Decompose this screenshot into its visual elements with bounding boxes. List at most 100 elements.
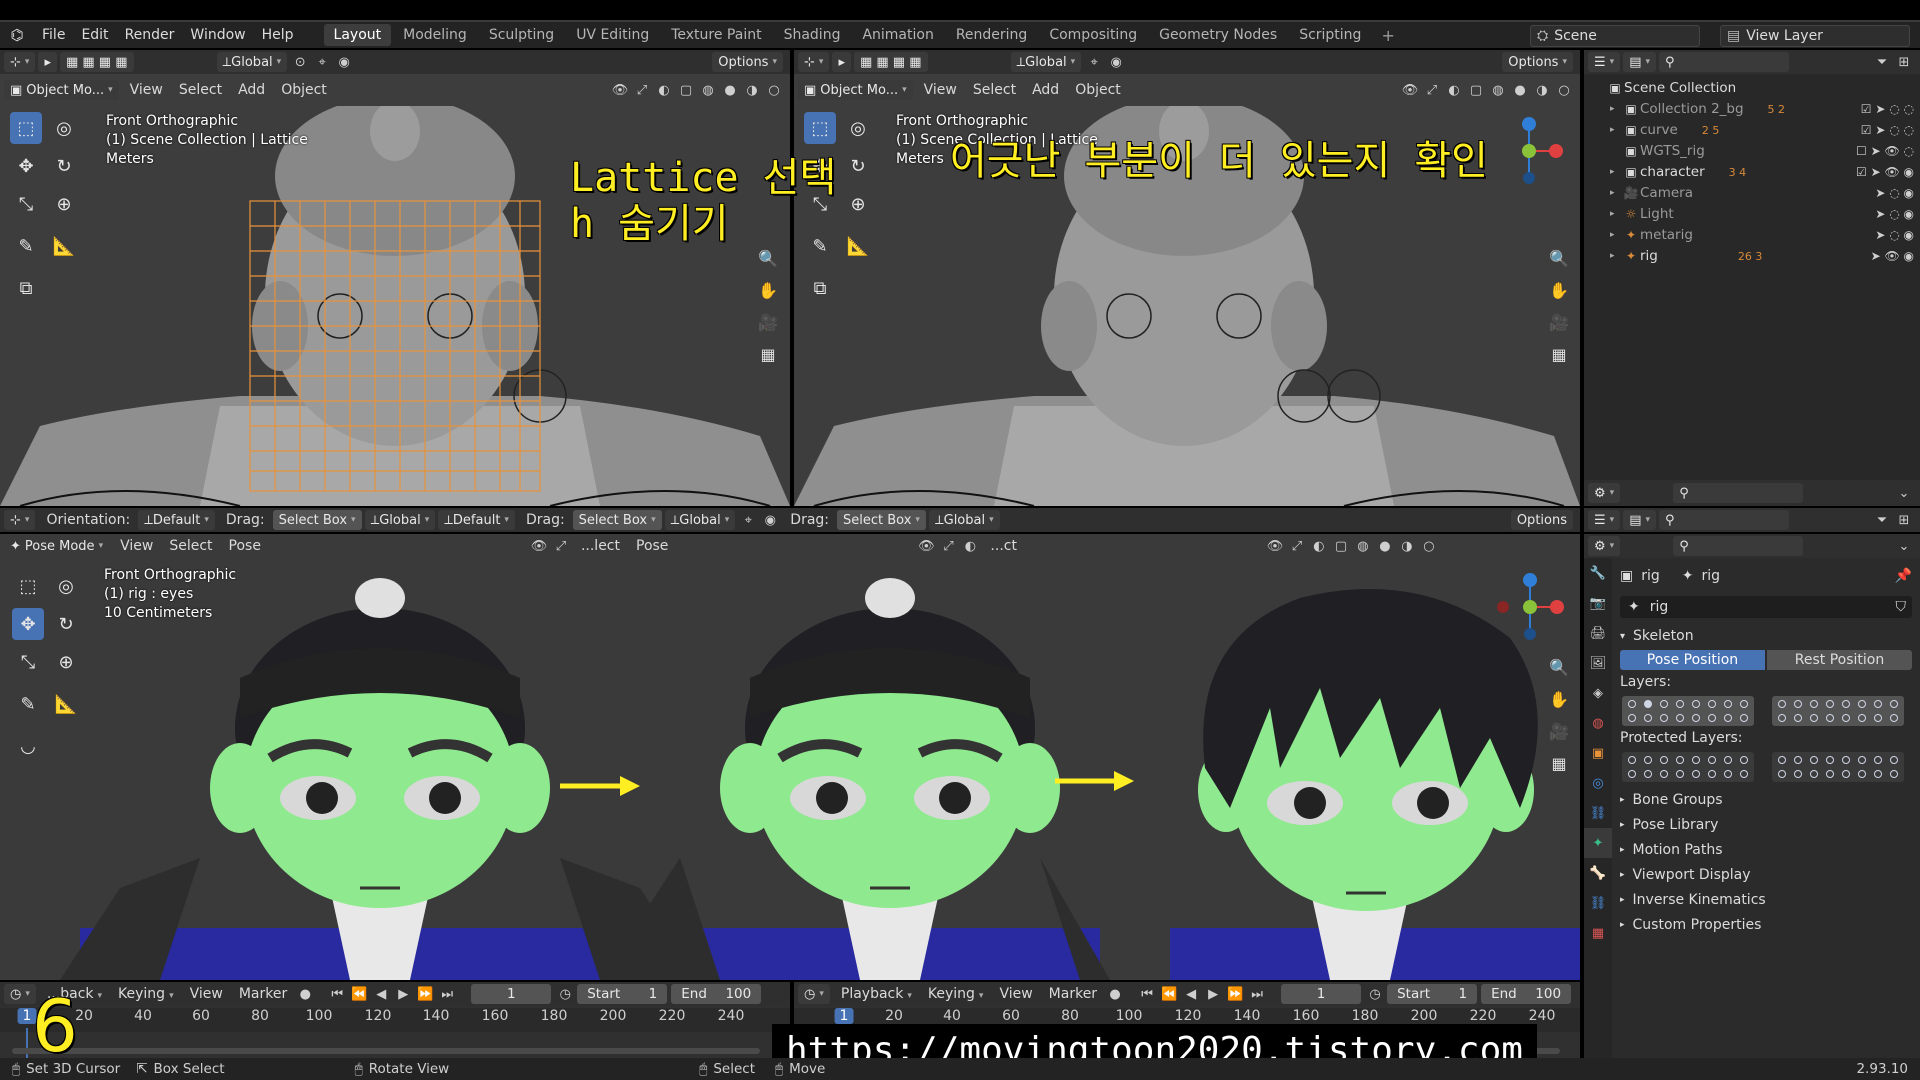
outliner-item-rig[interactable]: ▸ ✦ rig 26 3 ➤ 👁 ◉ (1584, 246, 1920, 266)
world-tab-icon[interactable]: ◍ (1584, 708, 1612, 738)
options-button[interactable]: Options ▾ (712, 52, 783, 72)
tab-scripting[interactable]: Scripting (1289, 24, 1371, 46)
outliner-item-toggles[interactable]: ➤ 👁 ◉ (1871, 249, 1914, 263)
mode-selector[interactable]: ▣ Object Mo... ▾ (4, 80, 119, 100)
bone-constraints-tab-icon[interactable]: ⛓ (1584, 888, 1612, 918)
view-menu[interactable]: View (182, 986, 231, 1002)
gizmo-icon[interactable]: ⤢ (632, 80, 652, 100)
constraints-tab-icon[interactable]: ⛓ (1584, 798, 1612, 828)
outliner-search[interactable]: ⚲ (1659, 52, 1790, 72)
menu-add[interactable]: Add (230, 82, 273, 98)
shading-wire-icon[interactable]: ◍ (1488, 80, 1508, 100)
armature-datablock-field[interactable]: ✦ rig ⛉ (1620, 596, 1912, 618)
record-icon[interactable]: ● (1105, 984, 1125, 1004)
pan-hand-icon[interactable]: ✋ (755, 277, 781, 303)
armature-data-tab-icon[interactable]: ✦ (1584, 828, 1612, 858)
marker-menu[interactable]: Marker (231, 986, 295, 1002)
rest-position-button[interactable]: Rest Position (1767, 650, 1912, 670)
tab-layout[interactable]: Layout (323, 24, 392, 46)
menu-pose-mid[interactable]: Pose (628, 538, 676, 554)
select-tool-icon[interactable]: ▸ (832, 52, 851, 72)
shading-material-icon[interactable]: ◑ (1532, 80, 1552, 100)
bone-groups-panel[interactable]: ▸ Bone Groups (1620, 792, 1912, 808)
tab-uv-editing[interactable]: UV Editing (566, 24, 659, 46)
playhead[interactable]: 1 (834, 1008, 854, 1024)
layers-grid-right[interactable] (1772, 696, 1904, 726)
gizmo-icon-mid[interactable]: ⤢ (938, 536, 958, 556)
properties-search[interactable]: ⚲ (1673, 536, 1804, 556)
transform-orientation[interactable]: ⟂ Global ▾ (216, 52, 288, 72)
shading-solid-icon[interactable]: ● (1510, 80, 1530, 100)
add-workspace-button[interactable]: + (1373, 26, 1402, 45)
outliner-item-toggles[interactable]: ➤ ◌ ◉ (1875, 186, 1914, 200)
jump-start-icon[interactable]: ⏮ (1137, 984, 1157, 1004)
drag-select-box-3[interactable]: Select Box ▾ (837, 510, 926, 530)
select-box-icon[interactable]: ⬚ (12, 570, 44, 602)
proportional-icon[interactable]: ◉ (334, 52, 354, 72)
axis-gizmo-bottom[interactable] (1495, 572, 1565, 642)
layers-grid-left[interactable] (1622, 696, 1754, 726)
texture-tab-icon[interactable]: ▦ (1584, 918, 1612, 948)
measure-icon[interactable]: 📐 (842, 230, 874, 262)
inverse-kinematics-panel[interactable]: ▸ Inverse Kinematics (1620, 892, 1912, 908)
shading-solid-icon[interactable]: ● (720, 80, 740, 100)
menu-select[interactable]: Select (161, 538, 220, 554)
pan-hand-icon[interactable]: ✋ (1546, 277, 1572, 303)
outliner-item-light[interactable]: ▸ ☼ Light ➤ ◌ ◉ (1584, 204, 1920, 224)
gizmo-icon-right[interactable]: ⤢ (1287, 536, 1307, 556)
camera-icon[interactable]: 🎥 (1546, 718, 1572, 744)
zoom-icon[interactable]: 🔍 (755, 245, 781, 271)
select-mode-icons[interactable]: ▦ ▦ ▦ ▦ (59, 52, 134, 72)
tab-animation[interactable]: Animation (852, 24, 943, 46)
timeline-left-ruler[interactable]: 1 20 40 60 80 100 120 140 160 180 200 22… (0, 1008, 790, 1032)
pivot-icon[interactable]: ⊙ (290, 52, 310, 72)
drag-select-box[interactable]: Select Box ▾ (272, 510, 362, 530)
shading-material-icon[interactable]: ◑ (1397, 536, 1417, 556)
editor-type-button[interactable]: ⊹ ▾ (798, 52, 830, 72)
playback-menu[interactable]: Playback ▾ (833, 986, 920, 1002)
visibility-icon[interactable]: 👁 (610, 80, 630, 100)
new-collection-icon[interactable]: ⊞ (1894, 510, 1914, 530)
bone-tab-icon[interactable]: 🦴 (1584, 858, 1612, 888)
protected-layers-grid-left[interactable] (1622, 752, 1754, 782)
start-frame-field[interactable]: Start 1 (577, 984, 668, 1004)
tab-sculpting[interactable]: Sculpting (479, 24, 564, 46)
transform-global[interactable]: ⟂ Global ▾ (364, 510, 436, 530)
overlay-icon-mid[interactable]: ◐ (960, 536, 980, 556)
object-tab-icon[interactable]: ▣ (1584, 738, 1612, 768)
pose-position-button[interactable]: Pose Position (1620, 650, 1765, 670)
new-collection-icon[interactable]: ⊞ (1894, 52, 1914, 72)
xray-icon[interactable]: ▢ (1331, 536, 1351, 556)
outliner-item-toggles[interactable]: ➤ ◌ ◉ (1875, 207, 1914, 221)
play-icon[interactable]: ▶ (1203, 984, 1223, 1004)
pose-library-panel[interactable]: ▸ Pose Library (1620, 817, 1912, 833)
skeleton-panel-header[interactable]: ▾ Skeleton (1620, 628, 1912, 644)
axis-gizmo-tr[interactable] (1494, 116, 1564, 186)
xray-icon[interactable]: ▢ (1466, 80, 1486, 100)
cursor-icon[interactable]: ◎ (48, 112, 80, 144)
keying-menu[interactable]: Keying ▾ (110, 986, 182, 1002)
menu-view[interactable]: View (112, 538, 161, 554)
filter-icon[interactable]: ⏷ (1872, 510, 1892, 530)
editor-type-button[interactable]: ◷ ▾ (798, 984, 830, 1004)
custom-properties-panel[interactable]: ▸ Custom Properties (1620, 917, 1912, 933)
snap-icon[interactable]: ⌖ (1084, 52, 1104, 72)
options-button[interactable]: Options (1510, 510, 1573, 530)
render-tab-icon[interactable]: 📷 (1584, 588, 1612, 618)
menu-object-mid[interactable]: ...ct (982, 538, 1025, 554)
options-button[interactable]: Options ▾ (1502, 52, 1573, 72)
camera-icon[interactable]: 🎥 (1546, 309, 1572, 335)
tab-geometry-nodes[interactable]: Geometry Nodes (1149, 24, 1287, 46)
camera-icon[interactable]: 🎥 (755, 309, 781, 335)
end-frame-field[interactable]: End 100 (671, 984, 762, 1004)
zoom-icon[interactable]: 🔍 (1546, 245, 1572, 271)
viewport-display-panel[interactable]: ▸ Viewport Display (1620, 867, 1912, 883)
overlay-icon-right[interactable]: ◐ (1309, 536, 1329, 556)
select-box-icon[interactable]: ⬚ (10, 112, 42, 144)
tab-shading[interactable]: Shading (774, 24, 851, 46)
viewport-top-right[interactable]: ⊹ ▾ ▸ ▦ ▦ ▦ ▦ ⟂ Global ▾ ⌖ ◉ Options ▾ ▣ Obj… (794, 50, 1580, 506)
mid-search[interactable]: ⚲ (1673, 483, 1804, 503)
jump-start-icon[interactable]: ⏮ (327, 984, 347, 1004)
proportional-icon[interactable]: ◉ (1106, 52, 1126, 72)
menu-object[interactable]: Object (1067, 82, 1129, 98)
